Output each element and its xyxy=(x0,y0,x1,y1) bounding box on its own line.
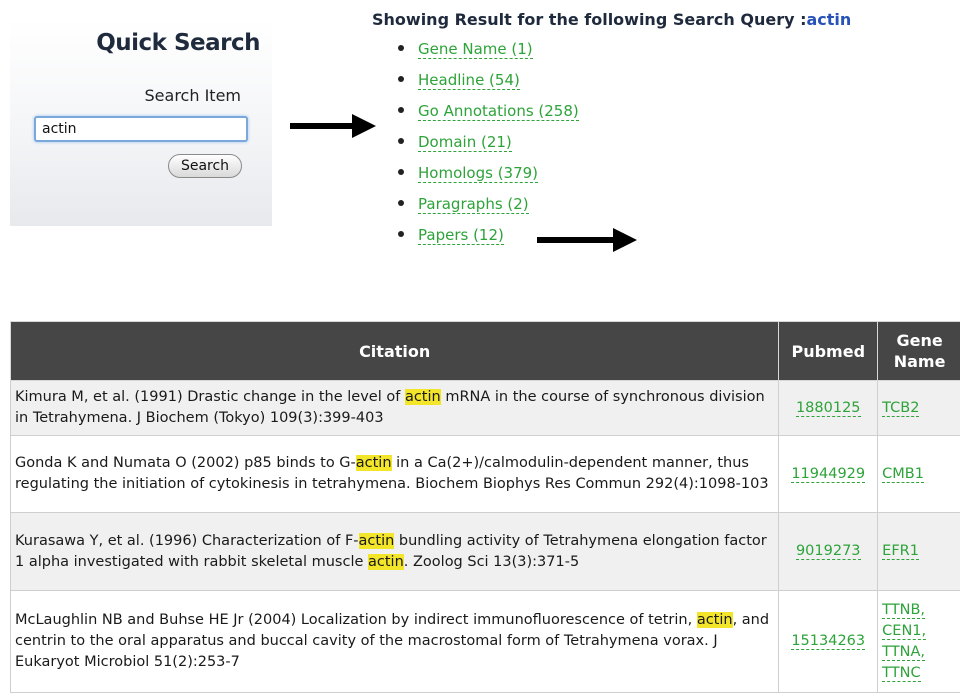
search-item-label: Search Item xyxy=(144,86,241,105)
pubmed-cell: 11944929 xyxy=(778,435,879,513)
highlight-term: actin xyxy=(358,532,395,549)
list-item: Paragraphs (2) xyxy=(398,191,579,222)
bullet-icon xyxy=(398,168,404,175)
results-heading: Showing Result for the following Search … xyxy=(372,10,851,29)
page: Quick Search Search Item Search Showing … xyxy=(0,0,960,697)
gene-link[interactable]: EFR1 xyxy=(882,543,919,560)
pubmed-link[interactable]: 9019273 xyxy=(795,543,861,560)
highlight-term: actin xyxy=(355,455,392,471)
bullet-icon xyxy=(398,230,404,237)
result-link-gene-name[interactable]: Gene Name (1) xyxy=(418,40,533,59)
results-list: Gene Name (1) Headline (54) Go Annotatio… xyxy=(398,36,579,253)
list-item: Gene Name (1) xyxy=(398,36,579,67)
pubmed-cell: 15134263 xyxy=(778,590,879,693)
highlight-term: actin xyxy=(404,389,441,405)
bullet-icon xyxy=(398,199,404,206)
table-row: Kimura M, et al. (1991) Drastic change i… xyxy=(9,380,960,436)
citation-text: McLaughlin NB and Buhse HE Jr (2004) Loc… xyxy=(15,612,697,628)
search-button[interactable]: Search xyxy=(168,154,242,178)
gene-name-cell: CMB1 xyxy=(877,435,960,513)
bullet-icon xyxy=(398,106,404,113)
citation-cell: Kimura M, et al. (1991) Drastic change i… xyxy=(9,380,780,436)
gene-link[interactable]: CMB1 xyxy=(882,465,924,483)
list-item: Homologs (379) xyxy=(398,160,579,191)
citation-text: Kimura M, et al. (1991) Drastic change i… xyxy=(15,389,405,405)
citation-cell: Kurasawa Y, et al. (1996) Characterizati… xyxy=(9,512,780,591)
column-header-gene-line2: Name xyxy=(893,352,946,371)
pubmed-cell: 1880125 xyxy=(778,380,879,436)
column-header-gene-line1: Gene xyxy=(896,331,943,350)
gene-link[interactable]: TTNA, xyxy=(882,643,926,661)
search-input[interactable] xyxy=(34,116,248,142)
result-link-domain[interactable]: Domain (21) xyxy=(418,133,512,152)
citation-table: Citation Pubmed Gene Name Kimura M, et al… xyxy=(9,321,960,693)
column-header-citation[interactable]: Citation xyxy=(9,321,780,381)
bullet-icon xyxy=(398,44,404,51)
table-row: Gonda K and Numata O (2002) p85 binds to… xyxy=(9,435,960,513)
quick-search-panel: Quick Search Search Item Search xyxy=(10,18,272,226)
gene-name-cell: TCB2 xyxy=(877,380,960,436)
citation-text: . Zoolog Sci 13(3):371-5 xyxy=(403,553,580,570)
table-header-row: Citation Pubmed Gene Name xyxy=(9,321,960,381)
result-link-go-annotations[interactable]: Go Annotations (258) xyxy=(418,102,579,121)
citation-cell: Gonda K and Numata O (2002) p85 binds to… xyxy=(9,435,780,513)
gene-link[interactable]: TTNC xyxy=(882,664,921,682)
column-header-pubmed[interactable]: Pubmed xyxy=(778,321,879,381)
gene-link[interactable]: TCB2 xyxy=(882,399,920,417)
result-link-homologs[interactable]: Homologs (379) xyxy=(418,164,539,183)
pubmed-cell: 9019273 xyxy=(778,512,879,591)
quick-search-title: Quick Search xyxy=(96,30,260,56)
column-header-gene-name[interactable]: Gene Name xyxy=(877,321,960,381)
citation-cell: McLaughlin NB and Buhse HE Jr (2004) Loc… xyxy=(9,590,780,693)
pubmed-link[interactable]: 11944929 xyxy=(791,465,866,483)
pubmed-link[interactable]: 15134263 xyxy=(791,633,866,650)
list-item: Domain (21) xyxy=(398,129,579,160)
list-item: Headline (54) xyxy=(398,67,579,98)
gene-list: TTNB, CEN1, TTNA, TTNC xyxy=(882,600,960,684)
results-heading-prefix: Showing Result for the following Search … xyxy=(372,10,807,29)
right-arrow-icon xyxy=(290,114,376,138)
result-link-headline[interactable]: Headline (54) xyxy=(418,71,520,90)
results-query: actin xyxy=(806,10,852,29)
bullet-icon xyxy=(398,75,404,82)
gene-link[interactable]: CEN1, xyxy=(882,622,927,640)
list-item: Go Annotations (258) xyxy=(398,98,579,129)
result-link-paragraphs[interactable]: Paragraphs (2) xyxy=(418,195,529,214)
gene-name-cell: TTNB, CEN1, TTNA, TTNC xyxy=(877,590,960,693)
bullet-icon xyxy=(398,137,404,144)
gene-name-cell: EFR1 xyxy=(877,512,960,591)
gene-link[interactable]: TTNB, xyxy=(882,601,926,619)
highlight-term: actin xyxy=(696,612,733,628)
citation-text: Kurasawa Y, et al. (1996) Characterizati… xyxy=(15,532,359,549)
highlight-term: actin xyxy=(368,553,404,570)
table-row: Kurasawa Y, et al. (1996) Characterizati… xyxy=(9,512,960,591)
result-link-papers[interactable]: Papers (12) xyxy=(418,226,504,245)
pubmed-link[interactable]: 1880125 xyxy=(795,399,861,417)
table-row: McLaughlin NB and Buhse HE Jr (2004) Loc… xyxy=(9,590,960,693)
citation-text: Gonda K and Numata O (2002) p85 binds to… xyxy=(15,455,356,471)
right-arrow-icon xyxy=(537,228,637,252)
